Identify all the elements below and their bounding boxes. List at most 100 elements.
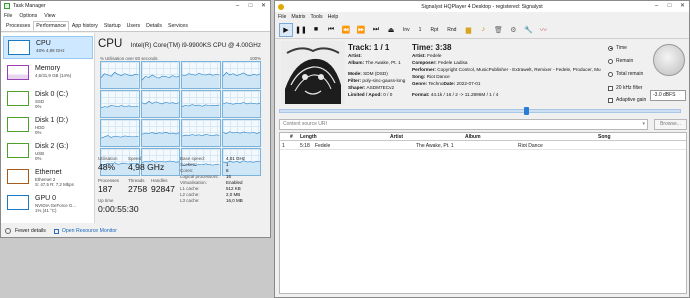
pause-icon[interactable]: ❚❚ bbox=[294, 23, 308, 37]
fewer-details-link[interactable]: Fewer details bbox=[15, 228, 46, 234]
menu-file[interactable]: File bbox=[278, 14, 286, 20]
menu-matrix[interactable]: Matrix bbox=[291, 14, 305, 20]
tab-users[interactable]: Users bbox=[124, 21, 144, 31]
next-icon[interactable]: ⏭ bbox=[369, 23, 383, 37]
checkbox[interactable] bbox=[608, 97, 613, 103]
adaptive-gain-checkbox[interactable]: Adaptive gain bbox=[608, 97, 646, 103]
menu-help[interactable]: Help bbox=[328, 14, 339, 20]
spec-label: Sockets: bbox=[180, 162, 198, 167]
volume-knob[interactable] bbox=[653, 44, 685, 76]
radio-button[interactable] bbox=[608, 45, 613, 51]
table-row[interactable]: 1 5:18 Fedele The Awake, Pt. 1 Riot Danc… bbox=[280, 142, 686, 150]
radio-button[interactable] bbox=[608, 71, 613, 77]
random-toggle[interactable]: Rnd bbox=[447, 27, 456, 33]
column-artist[interactable]: Artist bbox=[390, 134, 403, 140]
music-note-icon[interactable]: ♪ bbox=[476, 23, 490, 37]
core-graph-line bbox=[182, 72, 220, 88]
resource-memory[interactable]: Memory 4,6/31,9 GB (14%) bbox=[3, 62, 93, 85]
core-graph bbox=[140, 119, 180, 147]
radio-remain[interactable]: Remain bbox=[608, 58, 633, 64]
resource-detail: 4,6/31,9 GB (14%) bbox=[35, 73, 72, 78]
radio-time[interactable]: Time bbox=[608, 45, 627, 51]
tab-details[interactable]: Details bbox=[143, 21, 165, 31]
stat-label-threads: Threads bbox=[128, 178, 145, 183]
core-graph bbox=[100, 119, 140, 147]
hq-title-bar[interactable]: Signalyst HQPlayer 4 Desktop - registere… bbox=[275, 1, 689, 12]
seek-handle[interactable] bbox=[524, 107, 530, 115]
minimize-icon[interactable]: – bbox=[231, 1, 244, 11]
core-graph bbox=[181, 61, 221, 89]
resource-disk-1[interactable]: Disk 1 (D:) HDD 0% bbox=[3, 114, 93, 137]
resource-cpu[interactable]: CPU 48% 4,98 GHz bbox=[3, 36, 93, 59]
spec-label: Logical processors: bbox=[180, 174, 219, 179]
signal-icon[interactable]: 〰 bbox=[536, 23, 550, 37]
core-graph bbox=[100, 61, 140, 89]
tab-services[interactable]: Services bbox=[165, 21, 191, 31]
repeat-toggle[interactable]: Rpt bbox=[430, 27, 438, 33]
play-icon[interactable]: ▶ bbox=[279, 22, 293, 37]
eject-icon[interactable]: ⏏ bbox=[384, 23, 398, 37]
open-resource-monitor-link[interactable]: Open Resource Monitor bbox=[62, 228, 117, 234]
column-length[interactable]: Length bbox=[300, 134, 317, 140]
resource-ethernet[interactable]: Ethernet Ethernet 2 S: 47,5 R: 7,2 Mbps bbox=[3, 166, 93, 189]
minimize-icon[interactable]: – bbox=[650, 1, 663, 11]
resource-disk-2[interactable]: Disk 2 (G:) USB 0% bbox=[3, 140, 93, 163]
filter-label: Filter: bbox=[348, 78, 362, 83]
menu-file[interactable]: File bbox=[4, 13, 12, 19]
radio-total-remain[interactable]: Total remain bbox=[608, 71, 643, 77]
resource-name: Disk 2 (G:) bbox=[35, 143, 69, 150]
invert-toggle[interactable]: Inv bbox=[403, 27, 410, 33]
stop-icon[interactable]: ■ bbox=[309, 23, 323, 37]
tab-processes[interactable]: Processes bbox=[3, 21, 33, 31]
folder-icon[interactable]: ▆ bbox=[461, 23, 475, 37]
close-icon[interactable]: ✕ bbox=[676, 1, 689, 11]
resource-disk-0[interactable]: Disk 0 (C:) SSD 0% bbox=[3, 88, 93, 111]
chevron-down-icon[interactable]: ▾ bbox=[642, 120, 645, 129]
content-uri-input[interactable]: Content source URI ▾ bbox=[279, 119, 648, 130]
checkbox[interactable] bbox=[608, 85, 613, 91]
volume-display[interactable]: -3.0 dBFS bbox=[650, 90, 686, 101]
core-graph-line bbox=[141, 131, 179, 146]
core-graph bbox=[181, 90, 221, 118]
column-song[interactable]: Song bbox=[598, 134, 611, 140]
song-label: Song: bbox=[412, 74, 426, 79]
seek-bar[interactable] bbox=[279, 109, 681, 113]
trash-icon[interactable]: 🗑 bbox=[491, 23, 505, 37]
previous-icon[interactable]: ⏮ bbox=[324, 23, 338, 37]
maximize-icon[interactable]: □ bbox=[663, 1, 676, 11]
resource-name: Disk 0 (C:) bbox=[35, 91, 69, 98]
uri-placeholder: Content source URI bbox=[283, 121, 327, 127]
stat-label-processes: Processes bbox=[98, 178, 120, 183]
menu-tools[interactable]: Tools bbox=[310, 14, 322, 20]
stat-handles: 92847 bbox=[151, 184, 175, 194]
resource-gpu[interactable]: GPU 0 NVIDIA GeForce G... 1% (41 °C) bbox=[3, 192, 93, 215]
tab-app-history[interactable]: App history bbox=[69, 21, 101, 31]
close-icon[interactable]: ✕ bbox=[257, 1, 270, 11]
tab-startup[interactable]: Startup bbox=[101, 21, 124, 31]
genre-label: Genre: bbox=[412, 81, 428, 86]
menu-view[interactable]: View bbox=[44, 13, 55, 19]
tab-performance[interactable]: Performance bbox=[33, 21, 69, 31]
maximize-icon[interactable]: □ bbox=[244, 1, 257, 11]
performer-value: Copyright Control, MusicPublisher - Extr… bbox=[437, 67, 601, 72]
menu-options[interactable]: Options bbox=[19, 13, 37, 19]
filter-20khz-checkbox[interactable]: 20 kHz filter bbox=[608, 85, 642, 91]
core-graph bbox=[140, 61, 180, 89]
browse-button[interactable]: Browse... bbox=[654, 119, 687, 130]
core-graph-line bbox=[101, 105, 139, 117]
column-number[interactable]: # bbox=[290, 134, 293, 140]
disk-thumbnail bbox=[7, 91, 29, 106]
resource-name: Disk 1 (D:) bbox=[35, 117, 69, 124]
fast-forward-icon[interactable]: ⏩ bbox=[354, 23, 368, 37]
column-album[interactable]: Album bbox=[465, 134, 481, 140]
chevron-up-icon[interactable] bbox=[5, 228, 11, 234]
wrench-icon[interactable]: 🔧 bbox=[521, 23, 535, 37]
rewind-icon[interactable]: ⏪ bbox=[339, 23, 353, 37]
resource-detail-2: 1% (41 °C) bbox=[35, 208, 57, 213]
gear-icon[interactable]: ⚙ bbox=[506, 23, 520, 37]
core-graph bbox=[221, 119, 261, 147]
tm-title-bar[interactable]: Task Manager – □ ✕ bbox=[1, 1, 270, 11]
radio-button[interactable] bbox=[608, 58, 613, 64]
stat-label-utilisation: Utilisation bbox=[98, 156, 118, 161]
row-song: Riot Dance bbox=[518, 143, 543, 149]
